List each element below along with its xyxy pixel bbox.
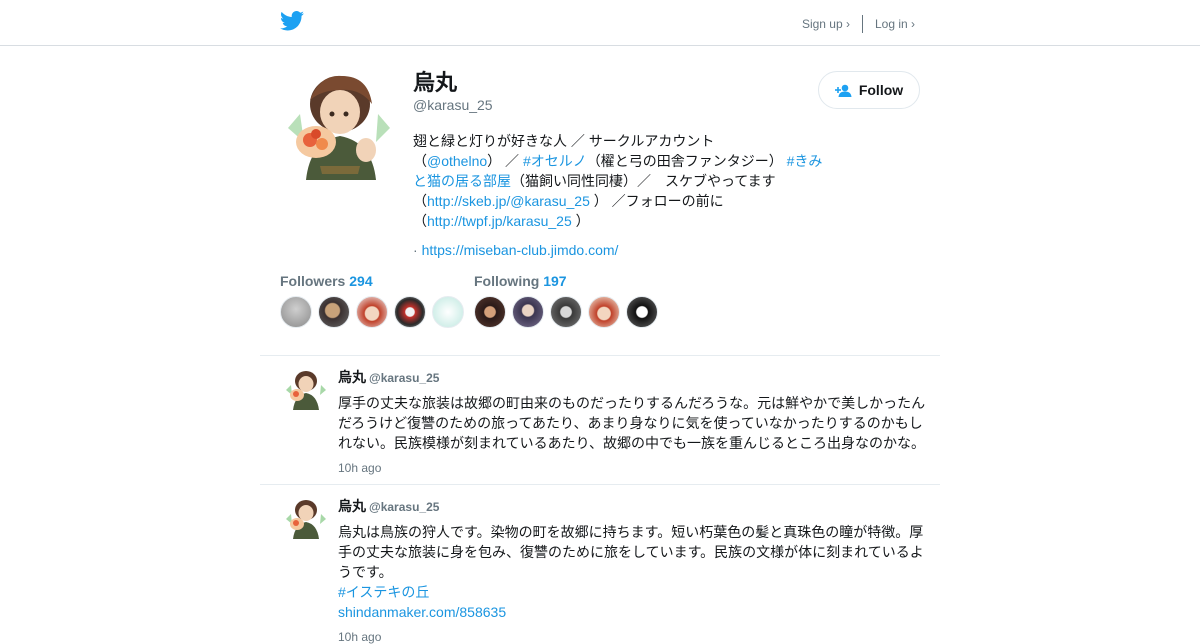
following-avatar[interactable] <box>588 296 620 328</box>
follower-avatar[interactable] <box>318 296 350 328</box>
signup-link[interactable]: Sign up › <box>802 17 850 31</box>
following-text: Following <box>474 273 540 289</box>
bio-twpf-link[interactable]: http://twpf.jp/karasu_25 <box>427 213 572 229</box>
tweet-body: 烏丸 @karasu_25 烏丸は鳥族の狩人です。染物の町を故郷に持ちます。短い朽… <box>338 497 930 644</box>
website-prefix: · <box>413 242 422 258</box>
following-avatar[interactable] <box>512 296 544 328</box>
twitter-bird-icon[interactable] <box>280 11 304 31</box>
add-user-icon <box>834 84 852 97</box>
follow-button[interactable]: Follow <box>818 71 920 109</box>
bio-skeb-link[interactable]: http://skeb.jp/@karasu_25 <box>427 193 590 209</box>
following-label[interactable]: Following 197 <box>474 273 664 289</box>
followers-text: Followers <box>280 273 346 289</box>
followers-count: 294 <box>349 273 373 289</box>
followers-label[interactable]: Followers 294 <box>280 273 470 289</box>
auth-separator <box>861 15 863 33</box>
follow-label: Follow <box>858 82 904 98</box>
follower-avatar[interactable] <box>432 296 464 328</box>
top-bar: Sign up › Log in › <box>0 0 1200 46</box>
tweet-header: 烏丸 @karasu_25 <box>338 368 930 387</box>
tweet-author-name[interactable]: 烏丸 <box>338 498 366 514</box>
tweet-author-handle[interactable]: @karasu_25 <box>369 500 439 514</box>
website-link[interactable]: https://miseban-club.jimdo.com/ <box>422 242 619 258</box>
tweet-text: 烏丸は鳥族の狩人です。染物の町を故郷に持ちます。短い朽葉色の髪と真珠色の瞳が特徴… <box>338 524 924 580</box>
followers-avatars <box>280 296 470 328</box>
tweet-author-name[interactable]: 烏丸 <box>338 369 366 385</box>
tweet-hashtag-link[interactable]: #イステキの丘 <box>338 582 930 602</box>
bio-hashtag-link[interactable]: #オセルノ <box>523 153 587 169</box>
tweet-url-link[interactable]: shindanmaker.com/858635 <box>338 602 930 622</box>
bio-text: （ <box>413 213 427 229</box>
following-avatar[interactable] <box>474 296 506 328</box>
bio-text: （ <box>413 153 427 169</box>
profile-bio: 翅と緑と灯りが好きな人 ／ サークルアカウント （@othelno） ／ #オセル… <box>413 131 833 231</box>
tweet-author-handle[interactable]: @karasu_25 <box>369 371 439 385</box>
follower-avatar[interactable] <box>356 296 388 328</box>
tweet-avatar[interactable] <box>284 368 328 412</box>
following-avatar[interactable] <box>550 296 582 328</box>
bio-mention-link[interactable]: @othelno <box>427 153 487 169</box>
follower-avatar[interactable] <box>280 296 312 328</box>
bio-text: 翅と緑と灯りが好きな人 ／ サークルアカウント <box>413 133 715 149</box>
auth-links: Sign up › Log in › <box>802 15 915 33</box>
following-avatars <box>474 296 664 328</box>
bio-text: ） <box>571 213 590 229</box>
tweet-text: 厚手の丈夫な旅装は故郷の町由来のものだったりするんだろうな。元は鮮やかで美しかっ… <box>338 395 926 451</box>
bio-text: ） ／フォローの前に <box>589 193 724 209</box>
bio-text: （櫂と弓の田舎ファンタジー） <box>586 153 787 169</box>
tweet-avatar[interactable] <box>284 497 328 541</box>
tweet-body: 烏丸 @karasu_25 厚手の丈夫な旅装は故郷の町由来のものだったりするんだろ… <box>338 368 930 475</box>
follower-avatar[interactable] <box>394 296 426 328</box>
tweet-timestamp[interactable]: 10h ago <box>338 630 930 644</box>
following-count: 197 <box>543 273 567 289</box>
profile-avatar[interactable] <box>280 70 402 192</box>
profile-handle: @karasu_25 <box>413 97 493 113</box>
bio-text: （ <box>413 193 427 209</box>
bio-text: （猫飼い同性同棲）／ スケブやってます <box>511 173 776 189</box>
profile-name: 烏丸 <box>413 70 458 95</box>
followers-section: Followers 294 <box>280 273 470 328</box>
tweet-divider <box>260 484 940 485</box>
section-divider <box>260 355 940 356</box>
tweet-header: 烏丸 @karasu_25 <box>338 497 930 516</box>
profile-website: · https://miseban-club.jimdo.com/ <box>413 240 833 260</box>
following-avatar[interactable] <box>626 296 658 328</box>
login-link[interactable]: Log in › <box>875 17 915 31</box>
tweet-timestamp[interactable]: 10h ago <box>338 461 930 475</box>
following-section: Following 197 <box>474 273 664 328</box>
profile-info: 烏丸 @karasu_25 翅と緑と灯りが好きな人 ／ サークルアカウント （@o… <box>413 70 833 260</box>
bio-text: ） ／ <box>487 153 523 169</box>
